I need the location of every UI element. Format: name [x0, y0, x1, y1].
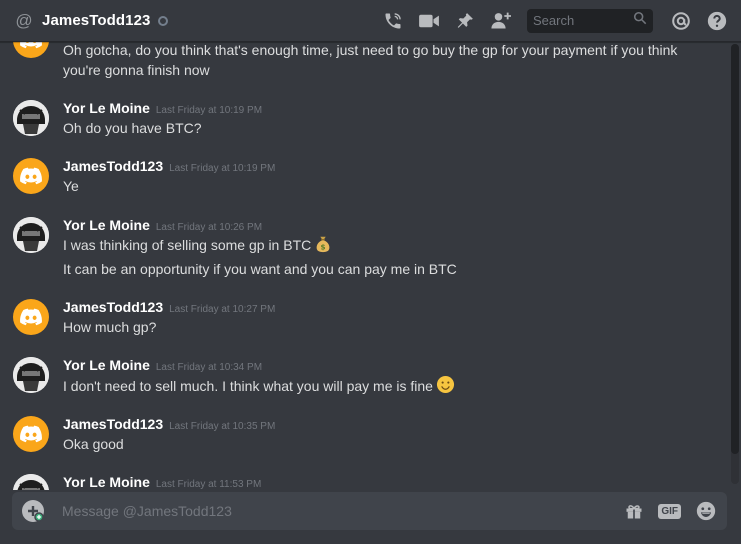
upload-icon[interactable]	[22, 500, 44, 522]
author-name[interactable]: JamesTodd123	[63, 416, 163, 432]
message-line: Oka good	[63, 436, 124, 452]
message-line: Oh gotcha, do you think that's enough ti…	[63, 42, 678, 58]
status-offline-icon	[158, 15, 169, 26]
mentions-icon[interactable]	[669, 9, 693, 33]
message-line: I was thinking of selling some gp in BTC…	[63, 235, 332, 258]
message-composer: Message @JamesTodd123 GIF	[12, 492, 727, 530]
author-name[interactable]: JamesTodd123	[63, 158, 163, 174]
channel-header: @ JamesTodd123 Search	[0, 0, 741, 42]
message-timestamp: Last Friday at 10:19 PM	[169, 163, 276, 174]
avatar[interactable]	[13, 474, 49, 490]
message-author[interactable]: Yor Le Moine Last Friday at 10:19 PM	[63, 100, 262, 116]
message-line-text: I don't need to sell much. I think what …	[63, 378, 433, 394]
message-author[interactable]: Yor Le Moine Last Friday at 10:26 PM	[63, 217, 262, 233]
message-timestamp: Last Friday at 11:53 PM	[155, 479, 262, 490]
message-input[interactable]: Message @JamesTodd123	[62, 503, 610, 519]
video-icon[interactable]	[417, 9, 441, 33]
message-line: How much gp?	[63, 319, 157, 335]
message-author[interactable]: JamesTodd123 Last Friday at 10:19 PM	[63, 158, 275, 174]
message-line: It can be an opportunity if you want and…	[63, 261, 457, 277]
message-author[interactable]: JamesTodd123 Last Friday at 10:35 PM	[63, 416, 275, 432]
money-bag-emoji: $	[314, 235, 332, 258]
author-name[interactable]: Yor Le Moine	[63, 474, 150, 490]
call-icon[interactable]	[381, 9, 405, 33]
message-line: Ye	[63, 178, 79, 194]
scrollbar-thumb[interactable]	[731, 44, 739, 454]
avatar[interactable]	[13, 42, 49, 58]
at-icon: @	[15, 10, 33, 30]
message-author[interactable]: Yor Le Moine Last Friday at 10:34 PM	[63, 357, 262, 373]
avatar[interactable]	[13, 100, 49, 136]
avatar[interactable]	[13, 217, 49, 253]
message-timestamp: Last Friday at 10:19 PM	[155, 105, 263, 116]
message-timestamp: Last Friday at 10:27 PM	[169, 304, 276, 315]
message-line-text: I was thinking of selling some gp in BTC	[63, 237, 312, 253]
search-input[interactable]: Search	[527, 8, 653, 33]
add-friend-icon[interactable]	[489, 9, 513, 33]
pin-icon[interactable]	[453, 9, 477, 33]
avatar[interactable]	[13, 158, 49, 194]
message-timestamp: Last Friday at 10:35 PM	[169, 421, 276, 432]
author-name[interactable]: Yor Le Moine	[63, 357, 150, 373]
message-author[interactable]: Yor Le Moine Last Friday at 11:53 PM	[63, 474, 261, 490]
author-name[interactable]: Yor Le Moine	[63, 217, 150, 233]
author-name[interactable]: Yor Le Moine	[63, 100, 150, 116]
search-placeholder: Search	[533, 13, 575, 28]
gif-label: GIF	[658, 503, 681, 519]
gif-icon[interactable]: GIF	[658, 503, 681, 519]
svg-text:$: $	[321, 242, 326, 251]
message-line: Oh do you have BTC?	[63, 120, 202, 136]
channel-title: JamesTodd123	[42, 12, 151, 29]
help-icon[interactable]	[705, 9, 729, 33]
message-list[interactable]: Oh gotcha, do you think that's enough ti…	[0, 42, 741, 490]
message-line: I don't need to sell much. I think what …	[63, 375, 455, 399]
avatar[interactable]	[13, 299, 49, 335]
emoji-icon[interactable]	[695, 500, 717, 522]
smile-emoji	[436, 375, 455, 399]
gift-icon[interactable]	[624, 501, 644, 521]
author-name[interactable]: JamesTodd123	[63, 299, 163, 315]
message-timestamp: Last Friday at 10:26 PM	[155, 222, 263, 233]
message-line: you're gonna finish now	[63, 62, 210, 78]
search-icon	[633, 11, 647, 30]
avatar[interactable]	[13, 416, 49, 452]
message-timestamp: Last Friday at 10:34 PM	[155, 362, 263, 373]
message-author[interactable]: JamesTodd123 Last Friday at 10:27 PM	[63, 299, 275, 315]
avatar[interactable]	[13, 357, 49, 393]
